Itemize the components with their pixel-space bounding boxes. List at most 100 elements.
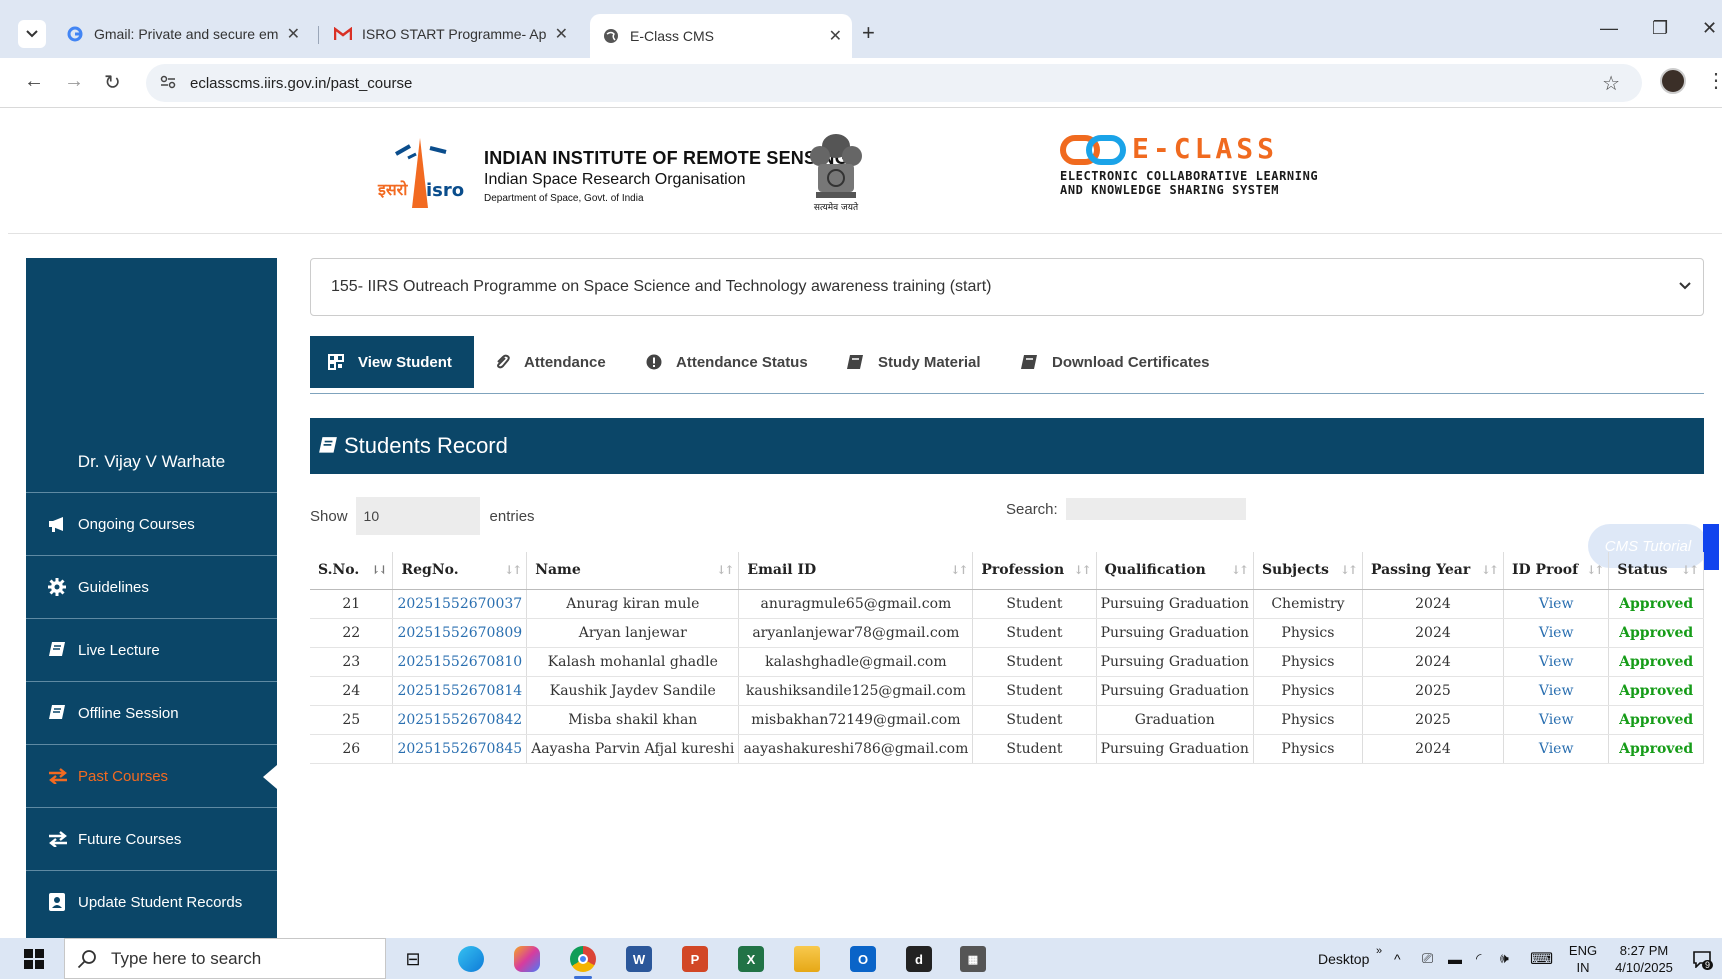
tab-download-certificates[interactable]: Download Certificates — [1020, 336, 1210, 388]
col-header-passing-year[interactable]: Passing Year ↓↑ — [1362, 552, 1504, 590]
volume-icon[interactable]: 🕪 — [1500, 938, 1509, 979]
windows-start-button[interactable] — [24, 949, 44, 969]
sidebar-item-label: Ongoing Courses — [78, 515, 195, 533]
close-tab-icon[interactable]: ✕ — [829, 26, 842, 46]
clock[interactable]: 8:27 PM 4/10/2025 — [1606, 942, 1682, 976]
institute-text: INDIAN INSTITUTE OF REMOTE SENSING India… — [484, 148, 849, 204]
sidebar-item-live-lecture[interactable]: Live Lecture — [26, 618, 277, 681]
col-header-profession[interactable]: Profession ↓↑ — [972, 552, 1097, 590]
show-hidden-icons-icon[interactable]: ^ — [1394, 938, 1401, 979]
meet-now-icon[interactable]: ⎚ — [1422, 938, 1433, 979]
cell-id-proof-view-link[interactable]: View — [1503, 618, 1610, 648]
back-icon[interactable]: ← — [24, 70, 44, 93]
tab-search-menu-button[interactable] — [18, 20, 46, 48]
bookmark-star-icon[interactable]: ☆ — [1602, 71, 1620, 96]
cell-id-proof-view-link[interactable]: View — [1503, 588, 1610, 619]
cell-regno-link[interactable]: 20251552670814 — [392, 676, 528, 706]
browser-menu-icon[interactable]: ⋮ — [1706, 68, 1722, 93]
desktop-toolbar-label[interactable]: Desktop — [1318, 938, 1369, 979]
toolbar-expand-icon[interactable]: » — [1376, 930, 1382, 971]
sort-icon: ↓↑ — [504, 563, 522, 577]
col-header-label: S.No. — [318, 562, 360, 579]
input-language[interactable]: ENG IN — [1566, 942, 1600, 976]
wifi-icon[interactable]: ◜ — [1476, 938, 1481, 979]
cell-passing-year: 2025 — [1362, 676, 1504, 706]
col-header-qualification[interactable]: Qualification ↓↑ — [1096, 552, 1254, 590]
excel-icon[interactable]: X — [738, 946, 764, 972]
eclass-logo: E-CLASS ELECTRONIC COLLABORATIVE LEARNIN… — [1060, 132, 1318, 197]
cell-subjects: Physics — [1253, 705, 1363, 735]
edge-icon[interactable] — [458, 946, 484, 972]
search-input[interactable] — [1065, 498, 1246, 520]
profile-avatar[interactable] — [1660, 68, 1686, 94]
taskbar-search-box[interactable]: Type here to search — [64, 938, 386, 979]
calculator-icon[interactable]: ▦ — [960, 946, 986, 972]
capcut-icon[interactable]: d — [906, 946, 932, 972]
browser-tab-gmail[interactable]: Gmail: Private and secure email ✕ — [54, 18, 310, 50]
sort-icon: ⇂⇃ — [370, 563, 388, 577]
google-icon — [66, 25, 84, 43]
col-header-label: Qualification — [1104, 562, 1206, 579]
outlook-icon[interactable]: O — [850, 946, 876, 972]
new-tab-icon[interactable]: + — [862, 20, 875, 46]
cms-tutorial-handle[interactable] — [1703, 524, 1719, 570]
cell-regno-link[interactable]: 20251552670037 — [392, 588, 528, 619]
cell-id-proof-view-link[interactable]: View — [1503, 647, 1610, 677]
sidebar-item-guidelines[interactable]: Guidelines — [26, 555, 277, 618]
task-view-icon[interactable]: ⊟ — [400, 946, 426, 972]
sort-icon: ↓↑ — [1339, 563, 1358, 577]
tab-study-material[interactable]: Study Material — [846, 336, 981, 388]
chrome-icon[interactable] — [570, 946, 596, 979]
cell-id-proof-view-link[interactable]: View — [1503, 734, 1610, 764]
sidebar-item-past-courses[interactable]: Past Courses — [26, 744, 277, 807]
sort-icon: ↓↑ — [1073, 563, 1091, 577]
browser-tab-eclass[interactable]: E-Class CMS ✕ — [590, 14, 852, 58]
reload-icon[interactable]: ↻ — [104, 70, 121, 95]
table-row: 23 20251552670810 Kalash mohanlal ghadle… — [310, 647, 1704, 677]
forward-icon[interactable]: → — [64, 70, 84, 93]
col-header-subjects[interactable]: Subjects ↓↑ — [1253, 552, 1363, 590]
close-window-icon[interactable]: ✕ — [1702, 18, 1717, 39]
sidebar-item-future-courses[interactable]: Future Courses — [26, 807, 277, 870]
browser-tab-isro-start[interactable]: ISRO START Programme- Approval ✕ — [322, 18, 578, 50]
clock-date: 4/10/2025 — [1615, 960, 1673, 975]
notifications-icon[interactable]: 9 — [1692, 938, 1714, 979]
word-icon[interactable]: W — [626, 946, 652, 972]
book-icon — [1020, 354, 1038, 370]
tab-attendance[interactable]: Attendance — [494, 336, 606, 388]
close-tab-icon[interactable]: ✕ — [287, 24, 300, 44]
address-bar[interactable]: eclasscms.iirs.gov.in/past_course ☆ — [146, 64, 1642, 102]
col-header-regno[interactable]: RegNo. ↓↑ — [392, 552, 528, 590]
cell-regno-link[interactable]: 20251552670842 — [392, 705, 528, 735]
paperclip-icon — [494, 354, 510, 370]
powerpoint-icon[interactable]: P — [682, 946, 708, 972]
col-header-name[interactable]: Name ↓↑ — [526, 552, 740, 590]
tab-view-student[interactable]: View Student — [310, 336, 474, 388]
sidebar-item-offline-session[interactable]: Offline Session — [26, 681, 277, 744]
sidebar-item-ongoing-courses[interactable]: Ongoing Courses — [26, 492, 277, 555]
site-settings-icon[interactable] — [160, 75, 178, 92]
sidebar-item-update-student-records[interactable]: Update Student Records — [26, 870, 277, 933]
tab-attendance-status[interactable]: Attendance Status — [646, 336, 808, 388]
close-tab-icon[interactable]: ✕ — [555, 24, 568, 44]
file-explorer-icon[interactable] — [794, 946, 820, 972]
copilot-icon[interactable] — [514, 946, 540, 972]
col-header-id-proof[interactable]: ID Proof ↓↑ — [1503, 552, 1610, 590]
col-header-status[interactable]: Status ↓↑ — [1608, 552, 1704, 590]
cell-regno-link[interactable]: 20251552670809 — [392, 618, 528, 648]
entries-select[interactable]: 10 — [355, 497, 480, 535]
cell-id-proof-view-link[interactable]: View — [1503, 705, 1610, 735]
cell-regno-link[interactable]: 20251552670810 — [392, 647, 528, 677]
eclass-subtitle-2: AND KNOWLEDGE SHARING SYSTEM — [1060, 183, 1280, 197]
keyboard-icon[interactable]: ⌨ — [1530, 938, 1553, 979]
col-header-sno[interactable]: S.No. ⇂⇃ — [310, 552, 394, 590]
restore-icon[interactable]: ❐ — [1652, 18, 1668, 39]
cell-id-proof-view-link[interactable]: View — [1503, 676, 1610, 706]
battery-icon[interactable]: ▬ — [1448, 938, 1462, 979]
course-tabs: View Student Attendance Attendance Statu… — [310, 336, 1704, 394]
minimize-icon[interactable]: — — [1600, 18, 1618, 39]
sidebar-item-label: Offline Session — [78, 704, 179, 722]
col-header-email[interactable]: Email ID ↓↑ — [738, 552, 974, 590]
course-select[interactable]: 155- IIRS Outreach Programme on Space Sc… — [310, 258, 1704, 316]
cell-regno-link[interactable]: 20251552670845 — [392, 734, 528, 764]
